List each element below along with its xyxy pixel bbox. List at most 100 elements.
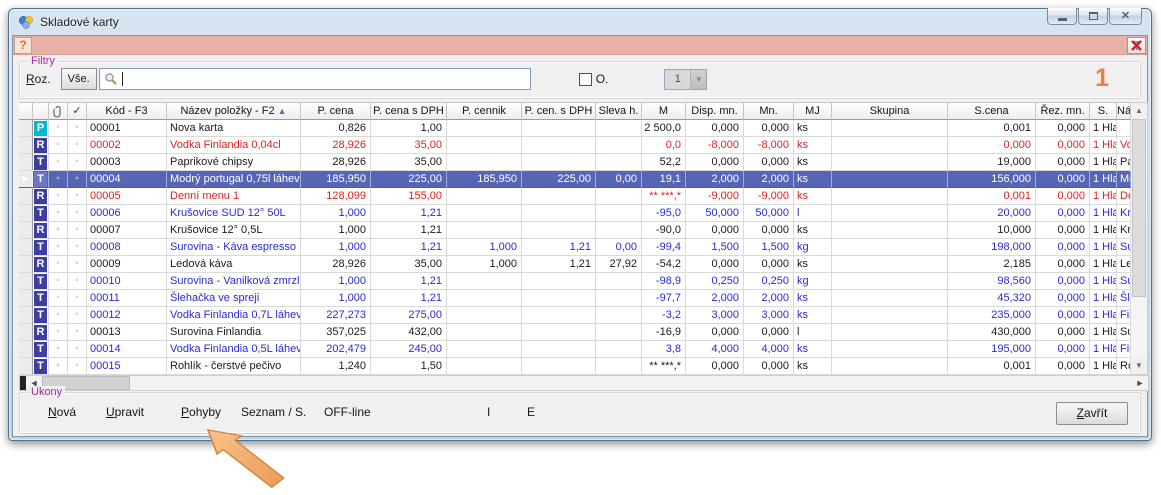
cell-p_cena_dph[interactable]: 1,21 [371,205,447,222]
cell-p_cena_dph[interactable]: 35,00 [371,137,447,154]
scroll-right-icon[interactable]: ► [1132,376,1148,390]
cell-code[interactable]: 00001 [87,120,167,137]
cell-sleva[interactable]: 0,00 [596,171,642,188]
cell-ind[interactable] [19,120,33,137]
cell-s_cena[interactable]: 0,000 [948,137,1036,154]
cell-code[interactable]: 00009 [87,256,167,273]
table-row[interactable]: T◦◦00012Vodka Finlandia 0,7L láhev227,27… [19,307,1131,324]
cell-s_cena[interactable]: 0,001 [948,188,1036,205]
cell-skupina[interactable] [832,358,948,375]
action-button-nov[interactable]: Nová [48,405,76,419]
cell-mj[interactable]: ks [794,307,832,324]
cell-code[interactable]: 00007 [87,222,167,239]
cell-mj[interactable]: ks [794,222,832,239]
cell-code[interactable]: 00005 [87,188,167,205]
cell-p_cena_dph[interactable]: 1,50 [371,358,447,375]
search-input[interactable] [99,68,531,90]
attachment-dot-icon[interactable]: ◦ [49,341,68,358]
cell-mj[interactable]: l [794,324,832,341]
cell-p_cena[interactable]: 1,240 [301,358,371,375]
roz-button[interactable]: Roz. [26,72,51,86]
table-row[interactable]: T◦◦00008Surovina - Káva espresso1,0001,2… [19,239,1131,256]
cell-p_cena_dph[interactable]: 432,00 [371,324,447,341]
column-header-ind[interactable] [19,102,33,120]
minimize-button[interactable] [1047,8,1077,25]
cell-rez_mn[interactable]: 0,000 [1036,222,1090,239]
check-dot-icon[interactable]: ◦ [68,307,87,324]
cell-s[interactable]: 1 Hlav [1090,239,1117,256]
cell-badge[interactable]: T [33,358,49,375]
cell-s[interactable]: 1 Hlav [1090,120,1117,137]
cell-rez_mn[interactable]: 0,000 [1036,307,1090,324]
cell-p_cena[interactable]: 28,926 [301,154,371,171]
cell-ind[interactable] [19,137,33,154]
cell-s[interactable]: 1 Hlav [1090,205,1117,222]
cell-mj[interactable]: l [794,205,832,222]
cell-skupina[interactable] [832,154,948,171]
cell-code[interactable]: 00015 [87,358,167,375]
cell-name[interactable]: Paprikové chipsy [167,154,301,171]
cell-name[interactable]: Denní menu 1 [167,188,301,205]
cell-sleva[interactable] [596,307,642,324]
cell-p_cen_dph[interactable] [522,307,596,324]
cell-disp[interactable]: 4,000 [686,341,744,358]
cell-code[interactable]: 00003 [87,154,167,171]
cell-badge[interactable]: R [33,256,49,273]
cell-s[interactable]: 1 Hlav [1090,324,1117,341]
cell-s_cena[interactable]: 19,000 [948,154,1036,171]
column-header-badge[interactable] [33,102,49,120]
cell-skupina[interactable] [832,188,948,205]
cell-mn[interactable]: 0,000 [744,120,794,137]
attachment-dot-icon[interactable]: ◦ [49,256,68,273]
cell-skupina[interactable] [832,256,948,273]
cell-rez_mn[interactable]: 0,000 [1036,205,1090,222]
cell-p_cena[interactable]: 28,926 [301,256,371,273]
cell-mj[interactable]: ks [794,256,832,273]
check-dot-icon[interactable]: ◦ [68,273,87,290]
scroll-up-icon[interactable]: ▲ [1131,103,1147,119]
cell-name[interactable]: Rohlík - čerstvé pečivo [167,358,301,375]
cell-p_cena[interactable]: 202,479 [301,341,371,358]
cell-rez_mn[interactable]: 0,000 [1036,120,1090,137]
action-button-off-line[interactable]: OFF-line [324,405,371,419]
column-header-rez_mn[interactable]: Řez. mn. [1036,102,1090,120]
cell-name[interactable]: Nova karta [167,120,301,137]
table-row[interactable]: T◦◦00015Rohlík - čerstvé pečivo1,2401,50… [19,358,1131,375]
vse-button[interactable]: Vše. [61,68,97,90]
check-dot-icon[interactable]: ◦ [68,324,87,341]
cell-rez_mn[interactable]: 0,000 [1036,358,1090,375]
cell-p_cen_dph[interactable]: 225,00 [522,171,596,188]
cell-disp[interactable]: 1,500 [686,239,744,256]
cell-na[interactable]: Su [1117,273,1131,290]
cell-s_cena[interactable]: 156,000 [948,171,1036,188]
cell-mn[interactable]: 2,000 [744,171,794,188]
attachment-dot-icon[interactable]: ◦ [49,239,68,256]
cell-badge[interactable]: T [33,273,49,290]
cell-rez_mn[interactable]: 0,000 [1036,324,1090,341]
cell-p_cen_dph[interactable] [522,137,596,154]
o-checkbox[interactable] [579,73,592,86]
cell-p_cen_dph[interactable] [522,290,596,307]
horizontal-scrollbar[interactable]: ◄ ► [19,375,1149,391]
cell-p_cena[interactable]: 28,926 [301,137,371,154]
cell-rez_mn[interactable]: 0,000 [1036,256,1090,273]
cell-s_cena[interactable]: 198,000 [948,239,1036,256]
attachment-dot-icon[interactable]: ◦ [49,171,68,188]
cell-s_cena[interactable]: 10,000 [948,222,1036,239]
cell-skupina[interactable] [832,341,948,358]
cell-rez_mn[interactable]: 0,000 [1036,239,1090,256]
check-dot-icon[interactable]: ◦ [68,341,87,358]
cell-mj[interactable]: kg [794,273,832,290]
cell-na[interactable] [1117,120,1131,137]
attachment-dot-icon[interactable]: ◦ [49,205,68,222]
column-header-skupina[interactable]: Skupina [832,102,948,120]
cell-mn[interactable]: 1,500 [744,239,794,256]
cell-mj[interactable]: ks [794,358,832,375]
cell-skupina[interactable] [832,324,948,341]
cell-mn[interactable]: 0,000 [744,358,794,375]
cell-p_cennik[interactable] [447,205,522,222]
column-header-sleva[interactable]: Sleva h. [596,102,642,120]
column-header-s_cena[interactable]: S.cena [948,102,1036,120]
table-row[interactable]: T◦◦00014Vodka Finlandia 0,5L láhev202,47… [19,341,1131,358]
titlebar[interactable]: Skladové karty ✕ [9,9,1151,35]
